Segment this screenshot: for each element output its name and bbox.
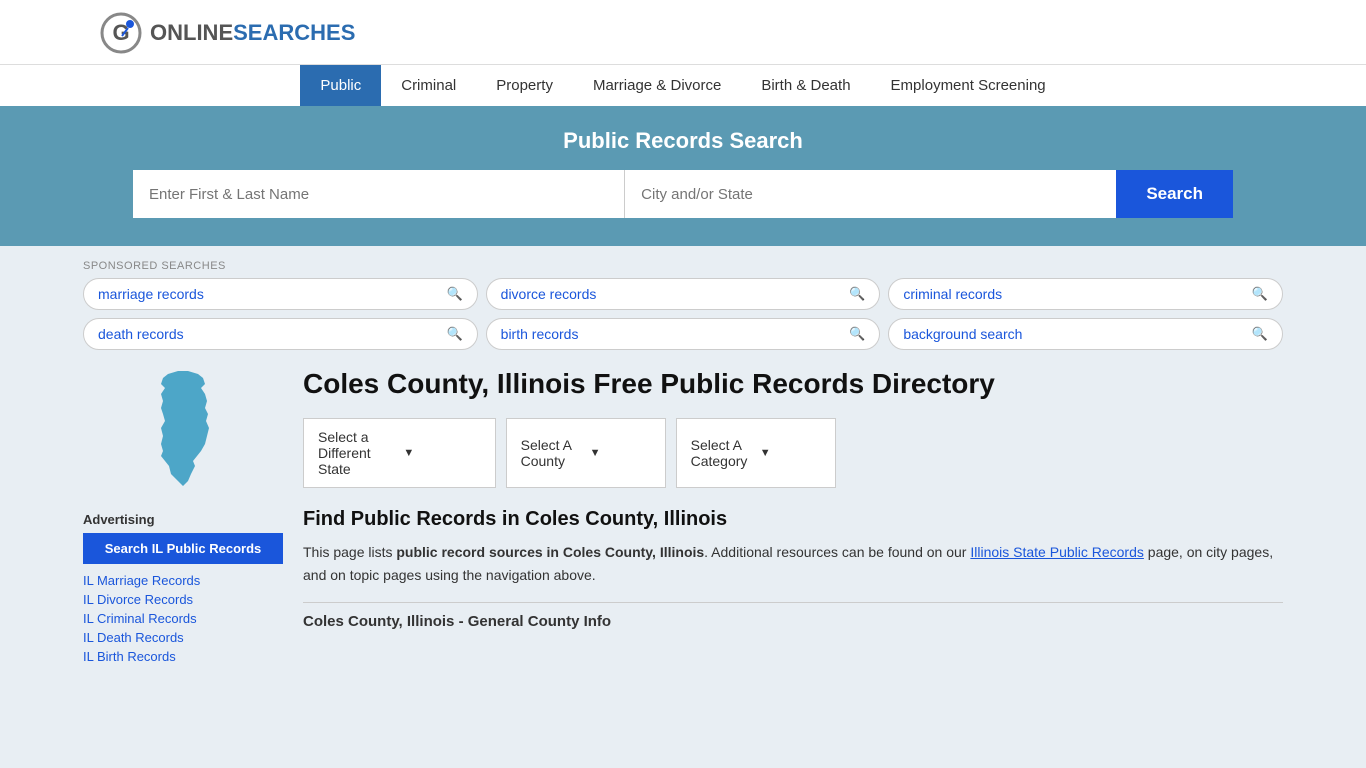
dropdowns-row: Select a Different State ▼ Select A Coun… <box>303 418 1283 488</box>
nav-item-marriage-divorce[interactable]: Marriage & Divorce <box>573 65 741 106</box>
name-input[interactable] <box>133 170 625 218</box>
content-area: Advertising Search IL Public Records IL … <box>83 366 1283 667</box>
header: G ONLINE SEARCHES <box>0 0 1366 64</box>
description-text: This page lists public record sources in… <box>303 541 1283 586</box>
search-form: Search <box>133 170 1233 218</box>
logo-searches-text: SEARCHES <box>233 20 355 46</box>
search-hero: Public Records Search Search <box>0 106 1366 246</box>
sidebar: Advertising Search IL Public Records IL … <box>83 366 283 667</box>
search-button[interactable]: Search <box>1116 170 1233 218</box>
logo-icon: G <box>100 12 142 54</box>
sidebar-link-0[interactable]: IL Marriage Records <box>83 573 200 588</box>
state-map <box>83 366 283 496</box>
sponsored-section: SPONSORED SEARCHES marriage records 🔍 di… <box>83 260 1283 350</box>
chevron-down-icon-3: ▼ <box>760 447 821 459</box>
nav-item-employment[interactable]: Employment Screening <box>871 65 1066 106</box>
sidebar-link-4[interactable]: IL Birth Records <box>83 649 176 664</box>
nav-item-criminal[interactable]: Criminal <box>381 65 476 106</box>
ad-button[interactable]: Search IL Public Records <box>83 533 283 564</box>
sponsored-item-4[interactable]: birth records 🔍 <box>486 318 881 350</box>
sponsored-item-0[interactable]: marriage records 🔍 <box>83 278 478 310</box>
advertising-label: Advertising <box>83 512 283 527</box>
chevron-down-icon: ▼ <box>403 447 480 459</box>
location-input[interactable] <box>625 170 1116 218</box>
find-heading: Find Public Records in Coles County, Ill… <box>303 508 1283 531</box>
main-container: SPONSORED SEARCHES marriage records 🔍 di… <box>63 246 1303 681</box>
sidebar-link-1[interactable]: IL Divorce Records <box>83 592 193 607</box>
sidebar-link-2[interactable]: IL Criminal Records <box>83 611 197 626</box>
state-dropdown[interactable]: Select a Different State ▼ <box>303 418 496 488</box>
search-icon-0: 🔍 <box>446 286 462 302</box>
logo-text: ONLINE SEARCHES <box>150 20 355 46</box>
logo-online-text: ONLINE <box>150 20 233 46</box>
nav-bar: Public Criminal Property Marriage & Divo… <box>0 64 1366 106</box>
sponsored-item-1[interactable]: divorce records 🔍 <box>486 278 881 310</box>
nav-item-property[interactable]: Property <box>476 65 573 106</box>
sponsored-grid: marriage records 🔍 divorce records 🔍 cri… <box>83 278 1283 350</box>
section-divider <box>303 602 1283 603</box>
sponsored-item-2[interactable]: criminal records 🔍 <box>888 278 1283 310</box>
main-content: Coles County, Illinois Free Public Recor… <box>303 366 1283 667</box>
sponsored-item-5[interactable]: background search 🔍 <box>888 318 1283 350</box>
search-icon-5: 🔍 <box>1252 326 1268 342</box>
nav-item-birth-death[interactable]: Birth & Death <box>741 65 870 106</box>
nav-item-public[interactable]: Public <box>300 65 381 106</box>
search-icon-3: 🔍 <box>446 326 462 342</box>
category-dropdown[interactable]: Select A Category ▼ <box>676 418 836 488</box>
search-icon-2: 🔍 <box>1252 286 1268 302</box>
search-icon-1: 🔍 <box>849 286 865 302</box>
illinois-map-svg <box>133 366 233 496</box>
search-hero-title: Public Records Search <box>40 128 1326 154</box>
county-dropdown[interactable]: Select A County ▼ <box>506 418 666 488</box>
sidebar-links: IL Marriage Records IL Divorce Records I… <box>83 572 283 664</box>
general-info-label: Coles County, Illinois - General County … <box>303 613 1283 630</box>
sponsored-label: SPONSORED SEARCHES <box>83 260 1283 272</box>
illinois-public-records-link[interactable]: Illinois State Public Records <box>970 544 1144 560</box>
page-title: Coles County, Illinois Free Public Recor… <box>303 366 1283 402</box>
search-icon-4: 🔍 <box>849 326 865 342</box>
sidebar-link-3[interactable]: IL Death Records <box>83 630 184 645</box>
logo-area: G ONLINE SEARCHES <box>20 12 355 54</box>
sponsored-item-3[interactable]: death records 🔍 <box>83 318 478 350</box>
chevron-down-icon-2: ▼ <box>590 447 651 459</box>
